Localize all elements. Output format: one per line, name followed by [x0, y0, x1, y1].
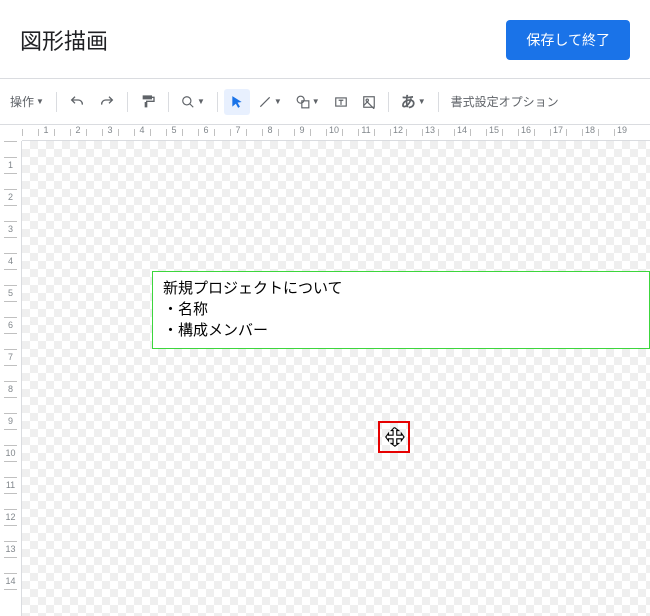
move-cursor-icon: [383, 426, 405, 448]
textbox-line: ・名称: [163, 299, 639, 320]
dialog-title: 図形描画: [20, 24, 108, 56]
textbox-shape[interactable]: 新規プロジェクトについて ・名称 ・構成メンバー: [152, 271, 650, 349]
separator: [388, 92, 389, 112]
redo-icon: [99, 94, 115, 110]
input-method-button[interactable]: あ ▼: [395, 85, 432, 118]
separator: [168, 92, 169, 112]
paint-format-button[interactable]: [134, 88, 162, 116]
shape-icon: [296, 95, 310, 109]
textbox-tool-button[interactable]: [328, 89, 354, 115]
drawing-canvas[interactable]: 新規プロジェクトについて ・名称 ・構成メンバー: [22, 141, 650, 616]
horizontal-ruler: 12345678910111213141516171819: [22, 125, 650, 141]
chevron-down-icon: ▼: [312, 97, 320, 106]
separator: [127, 92, 128, 112]
zoom-button[interactable]: ▼: [175, 89, 211, 115]
textbox-icon: [334, 95, 348, 109]
textbox-line: 新規プロジェクトについて: [163, 278, 639, 299]
image-tool-button[interactable]: [356, 89, 382, 115]
line-tool-button[interactable]: ▼: [252, 89, 288, 115]
chevron-down-icon: ▼: [418, 97, 426, 106]
dialog-header: 図形描画 保存して終了: [0, 0, 650, 78]
undo-icon: [69, 94, 85, 110]
separator: [56, 92, 57, 112]
format-options-button[interactable]: 書式設定オプション: [445, 93, 559, 110]
save-and-close-button[interactable]: 保存して終了: [506, 20, 630, 60]
undo-button[interactable]: [63, 88, 91, 116]
highlight-annotation: [378, 421, 410, 453]
vertical-ruler: 1234567891011121314: [0, 141, 22, 616]
toolbar: 操作▼ ▼ ▼ ▼ あ ▼ 書式設定オプション: [0, 79, 650, 124]
redo-button[interactable]: [93, 88, 121, 116]
separator: [438, 92, 439, 112]
actions-menu-button[interactable]: 操作▼: [4, 87, 50, 116]
shape-tool-button[interactable]: ▼: [290, 89, 326, 115]
chevron-down-icon: ▼: [197, 97, 205, 106]
cursor-icon: [230, 95, 244, 109]
workarea: 1234567891011121314 新規プロジェクトについて ・名称 ・構成…: [0, 141, 650, 616]
separator: [217, 92, 218, 112]
chevron-down-icon: ▼: [274, 97, 282, 106]
select-tool-button[interactable]: [224, 89, 250, 115]
textbox-line: ・構成メンバー: [163, 320, 639, 341]
zoom-icon: [181, 95, 195, 109]
line-icon: [258, 95, 272, 109]
image-icon: [362, 95, 376, 109]
paint-roller-icon: [140, 94, 156, 110]
chevron-down-icon: ▼: [36, 97, 44, 106]
